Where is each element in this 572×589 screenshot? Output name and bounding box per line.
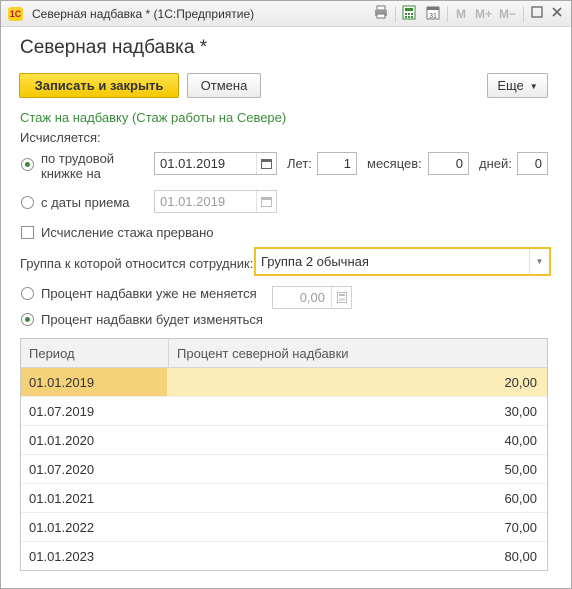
calculator-icon — [331, 287, 351, 308]
restore-icon[interactable] — [528, 5, 546, 23]
save-and-close-button[interactable]: Записать и закрыть — [19, 73, 179, 98]
cell-period: 01.01.2022 — [29, 520, 95, 535]
table-row[interactable]: 01.07.2019 30,00 — [21, 397, 547, 426]
app-logo-icon: 1С — [8, 7, 23, 21]
title-bar: 1С Северная надбавка * (1С:Предприятие) … — [1, 1, 571, 27]
pct-fixed-label: Процент надбавки уже не меняется — [41, 286, 257, 301]
cell-period: 01.07.2020 — [29, 462, 95, 477]
radio-work-book-label-line2: книжке на — [41, 166, 101, 181]
cell-percent: 60,00 — [504, 491, 537, 506]
days-label: дней: — [479, 156, 512, 171]
work-book-date-field[interactable]: 01.01.2019 — [154, 152, 277, 175]
table-header: Период Процент северной надбавки — [21, 339, 547, 368]
cell-period: 01.01.2021 — [29, 491, 95, 506]
calendar-icon — [256, 191, 276, 212]
cell-period: 01.01.2023 — [29, 549, 95, 564]
section-title: Стаж на надбавку (Стаж работы на Севере) — [20, 110, 287, 125]
hire-date-value: 01.01.2019 — [160, 194, 226, 209]
group-label: Группа к которой относится сотрудник: — [20, 256, 254, 271]
cell-percent: 50,00 — [504, 462, 537, 477]
percent-table[interactable]: Период Процент северной надбавки 01.01.2… — [20, 338, 548, 571]
calendar-icon[interactable] — [256, 153, 276, 174]
table-row[interactable]: 01.01.2020 40,00 — [21, 426, 547, 455]
table-row[interactable]: 01.01.2021 60,00 — [21, 484, 547, 513]
dialog-window: 1С Северная надбавка * (1С:Предприятие) … — [0, 0, 572, 589]
calc-label: Исчисляется: — [20, 130, 101, 145]
months-label: месяцев: — [367, 156, 422, 171]
radio-hire-date-label: с даты приема — [41, 195, 130, 210]
pct-changes-label: Процент надбавки будет изменяться — [41, 312, 263, 327]
months-field[interactable]: 0 — [428, 152, 469, 175]
chevron-down-icon: ▼ — [529, 82, 538, 92]
cell-period: 01.01.2020 — [29, 433, 95, 448]
close-icon[interactable] — [548, 5, 566, 23]
more-button-label: Еще — [497, 78, 524, 93]
calculator-icon[interactable] — [400, 5, 418, 23]
years-field[interactable]: 1 — [317, 152, 357, 175]
column-header-period[interactable]: Период — [21, 339, 168, 368]
table-row[interactable]: 01.01.2019 20,00 — [21, 368, 547, 397]
printer-icon[interactable] — [372, 5, 390, 23]
column-header-percent[interactable]: Процент северной надбавки — [168, 339, 547, 368]
cell-percent: 20,00 — [504, 375, 537, 390]
radio-work-book-label-line1: по трудовой — [41, 151, 115, 166]
group-select-value: Группа 2 обычная — [261, 254, 369, 269]
cancel-button[interactable]: Отмена — [187, 73, 261, 98]
work-book-date-value: 01.01.2019 — [160, 156, 226, 171]
pct-fixed-value: 0,00 — [299, 290, 325, 305]
days-field[interactable]: 0 — [517, 152, 548, 175]
years-label: Лет: — [287, 156, 312, 171]
memory-plus-button[interactable]: M+ — [475, 7, 492, 21]
table-row[interactable]: 01.01.2023 80,00 — [21, 542, 547, 570]
calendar-icon[interactable]: 31 — [424, 5, 442, 23]
cell-percent: 70,00 — [504, 520, 537, 535]
pct-fixed-field: 0,00 — [272, 286, 352, 309]
memory-minus-button[interactable]: M− — [499, 7, 516, 21]
hire-date-field: 01.01.2019 — [154, 190, 277, 213]
cell-period: 01.01.2019 — [29, 375, 95, 390]
window-title: Северная надбавка * (1С:Предприятие) — [32, 7, 255, 21]
chevron-down-icon[interactable]: ▼ — [529, 249, 549, 274]
radio-pct-changes[interactable] — [21, 313, 34, 326]
interrupted-label: Исчисление стажа прервано — [41, 225, 214, 240]
interrupted-checkbox[interactable] — [21, 226, 34, 239]
page-title: Северная надбавка * — [20, 37, 208, 58]
more-button[interactable]: Еще ▼ — [487, 73, 548, 98]
table-row[interactable]: 01.01.2022 70,00 — [21, 513, 547, 542]
radio-hire-date[interactable] — [21, 196, 34, 209]
radio-work-book[interactable] — [21, 158, 34, 171]
table-row[interactable]: 01.07.2020 50,00 — [21, 455, 547, 484]
cell-percent: 40,00 — [504, 433, 537, 448]
memory-m-button[interactable]: M — [456, 7, 466, 21]
radio-pct-fixed[interactable] — [21, 287, 34, 300]
group-select[interactable]: Группа 2 обычная ▼ — [254, 247, 551, 276]
cell-period: 01.07.2019 — [29, 404, 95, 419]
cell-percent: 80,00 — [504, 549, 537, 564]
cell-percent: 30,00 — [504, 404, 537, 419]
svg-text:31: 31 — [429, 13, 437, 20]
